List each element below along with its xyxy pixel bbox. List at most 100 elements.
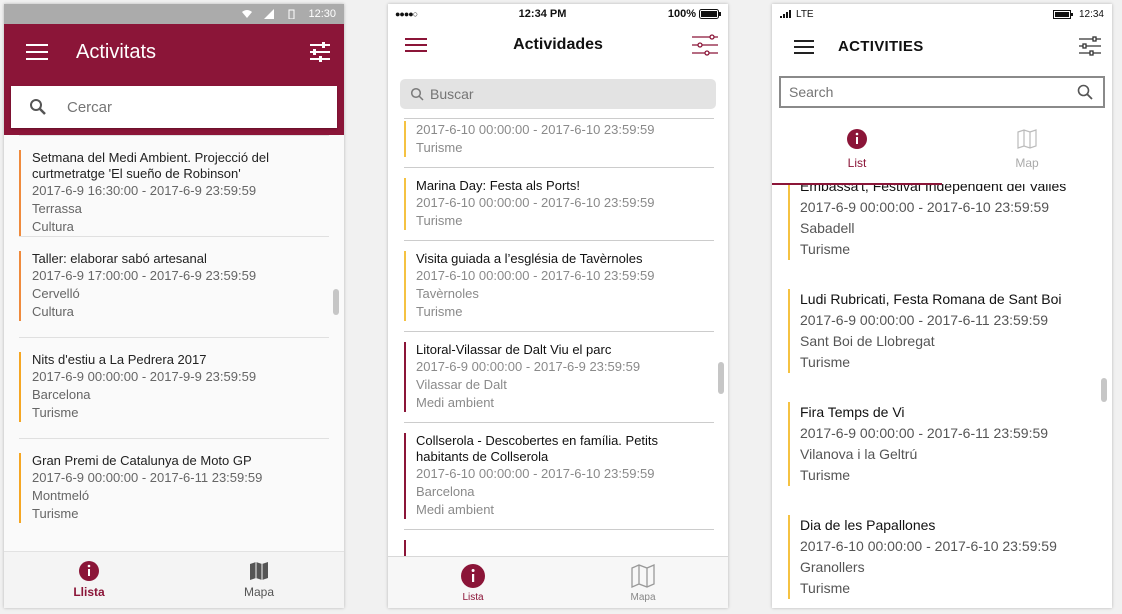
info-icon: [847, 129, 867, 149]
ios-screen: ●●●●○ 12:34 PM 100% Actividades 2017-6-1…: [388, 4, 728, 608]
item-date: 2017-6-9 00:00:00 - 2017-6-11 23:59:59: [800, 312, 1049, 328]
item-category: Turisme: [800, 354, 851, 370]
item-date: 2017-6-9 17:00:00 - 2017-6-9 23:59:59: [32, 268, 257, 283]
info-icon: [79, 561, 99, 581]
item-title: Gran Premi de Catalunya de Moto GP: [32, 453, 252, 468]
search-icon: [410, 87, 424, 101]
item-place: Barcelona: [416, 484, 475, 499]
item-category: Turisme: [32, 506, 79, 521]
scrollbar[interactable]: [1101, 378, 1107, 402]
android-screen: 12:30 Activitats Setmana del Medi Ambien…: [4, 4, 344, 608]
list-item[interactable]: Visita guiada a l’església de Tavèrnoles…: [404, 241, 714, 332]
pivot-tabs: List Map: [772, 122, 1112, 184]
filter-icon[interactable]: [1078, 34, 1102, 58]
search-icon[interactable]: [1077, 84, 1093, 100]
item-title: Embassa't, Festival Independent del Vall…: [800, 184, 1067, 194]
item-title: Collserola - Descobertes en família. Pet…: [416, 433, 659, 464]
item-category: Medi ambient: [416, 395, 495, 410]
search-bar: [779, 76, 1105, 108]
status-bar: LTE 12:34: [772, 4, 1112, 24]
signal-indicator: ●●●●○: [395, 9, 418, 19]
search-input[interactable]: [430, 86, 690, 102]
map-icon: [1017, 129, 1037, 149]
active-tab-indicator: [772, 183, 942, 185]
list-item[interactable]: Embassa't, Festival Independent del Vall…: [788, 184, 1098, 289]
tab-map[interactable]: Mapa: [558, 557, 728, 608]
filter-icon[interactable]: [691, 34, 719, 56]
tab-label: Mapa: [243, 585, 275, 599]
item-place: Barcelona: [32, 387, 91, 402]
item-place: Terrassa: [32, 201, 82, 216]
network-type: LTE: [796, 8, 814, 20]
item-date: 2017-6-10 00:00:00 - 2017-6-10 23:59:59: [800, 538, 1057, 554]
item-place: Sant Boi de Llobregat: [800, 333, 935, 349]
item-title: Ludi Rubricati, Festa Romana de Sant Boi: [800, 291, 1062, 307]
item-place: Vilassar de Dalt: [416, 377, 507, 392]
status-time: 12:34: [1078, 8, 1104, 20]
list-item[interactable]: Taller: elaborar sabó artesanal 2017-6-9…: [19, 236, 329, 337]
item-category: Cultura: [32, 304, 74, 319]
item-date: 2017-6-10 00:00:00 - 2017-6-10 23:59:59: [416, 466, 655, 481]
item-place: Cervelló: [32, 286, 80, 301]
tab-list[interactable]: Lista: [388, 557, 558, 608]
signal-icon: [264, 9, 275, 19]
item-category: Turisme: [800, 467, 851, 483]
tab-label: List: [847, 156, 867, 170]
list-item[interactable]: Dia de les Papallones 2017-6-10 00:00:00…: [788, 515, 1098, 608]
list-item[interactable]: Gran Premi de Catalunya de Moto GP 2017-…: [19, 438, 329, 539]
item-category: Turisme: [416, 213, 463, 228]
item-place: Tavèrnoles: [416, 286, 479, 301]
map-icon: [631, 564, 655, 588]
status-bar: ●●●●○ 12:34 PM 100%: [388, 4, 728, 24]
tab-list[interactable]: Llista: [4, 552, 174, 608]
activity-list: Embassa't, Festival Independent del Vall…: [788, 184, 1098, 608]
item-date: 2017-6-9 00:00:00 - 2017-6-10 23:59:59: [800, 199, 1050, 215]
list-item[interactable]: Setmana del Medi Ambient. Projecció del …: [19, 135, 329, 236]
tab-label: Mapa: [630, 592, 656, 603]
filter-icon[interactable]: [308, 40, 332, 64]
menu-icon[interactable]: [26, 44, 48, 60]
signal-group: LTE: [780, 9, 814, 20]
windows-screen: LTE 12:34 ACTIVITIES List Map: [772, 4, 1112, 608]
activity-list: Setmana del Medi Ambient. Projecció del …: [19, 135, 329, 551]
list-item[interactable]: Marina Day: Festa als Ports! 2017-6-10 0…: [404, 168, 714, 241]
item-category: Turisme: [800, 241, 851, 257]
item-title: Litoral-Vilassar de Dalt Viu el parc: [416, 342, 612, 357]
nav-bar: ACTIVITIES: [772, 24, 1112, 72]
item-date: 2017-6-10 00:00:00 - 2017-6-10 23:59:59: [416, 122, 655, 137]
tab-map[interactable]: Map: [942, 122, 1112, 184]
item-category: Medi ambient: [416, 502, 495, 517]
search-icon: [30, 99, 46, 115]
scrollbar[interactable]: [718, 362, 724, 394]
list-item[interactable]: Ludi Rubricati, Festa Romana de Sant Boi…: [788, 289, 1098, 402]
tab-map[interactable]: Mapa: [174, 552, 344, 608]
page-title: Actividades: [513, 36, 603, 53]
item-title: Marina Day: Festa als Ports!: [416, 178, 580, 193]
battery-group: 12:34: [1052, 8, 1104, 20]
item-title: Taller: elaborar sabó artesanal: [32, 251, 207, 266]
list-item[interactable]: Fira Temps de Vi 2017-6-9 00:00:00 - 201…: [788, 402, 1098, 515]
status-time: 12:30: [308, 8, 336, 20]
menu-icon[interactable]: [794, 40, 814, 54]
search-input[interactable]: [67, 98, 287, 116]
search-bar: [11, 86, 337, 128]
list-item[interactable]: Litoral-Vilassar de Dalt Viu el parc 201…: [404, 332, 714, 423]
item-place: Granollers: [800, 559, 865, 575]
status-bar: 12:30: [4, 4, 344, 24]
tab-bar: Lista Mapa: [388, 556, 728, 608]
item-title: Dia de les Papallones: [800, 517, 936, 533]
tab-label: Llista: [73, 585, 105, 599]
list-item[interactable]: Nits d'estiu a La Pedrera 2017 2017-6-9 …: [19, 337, 329, 438]
search-input[interactable]: [789, 84, 1049, 100]
list-item[interactable]: Collserola - Descobertes en família. Pet…: [404, 423, 714, 530]
item-title: Visita guiada a l’església de Tavèrnoles: [416, 251, 643, 266]
item-date: 2017-6-9 16:30:00 - 2017-6-9 23:59:59: [32, 183, 257, 198]
item-place: Sabadell: [800, 220, 855, 236]
item-title: Fira Temps de Vi: [800, 404, 905, 420]
tab-list[interactable]: List: [772, 122, 942, 184]
list-item[interactable]: 2017-6-10 00:00:00 - 2017-6-10 23:59:59 …: [404, 119, 714, 168]
item-category: Cultura: [32, 219, 74, 234]
scrollbar[interactable]: [333, 289, 339, 315]
activity-list: 2017-6-10 00:00:00 - 2017-6-10 23:59:59 …: [404, 118, 714, 560]
battery-icon: [699, 9, 721, 19]
